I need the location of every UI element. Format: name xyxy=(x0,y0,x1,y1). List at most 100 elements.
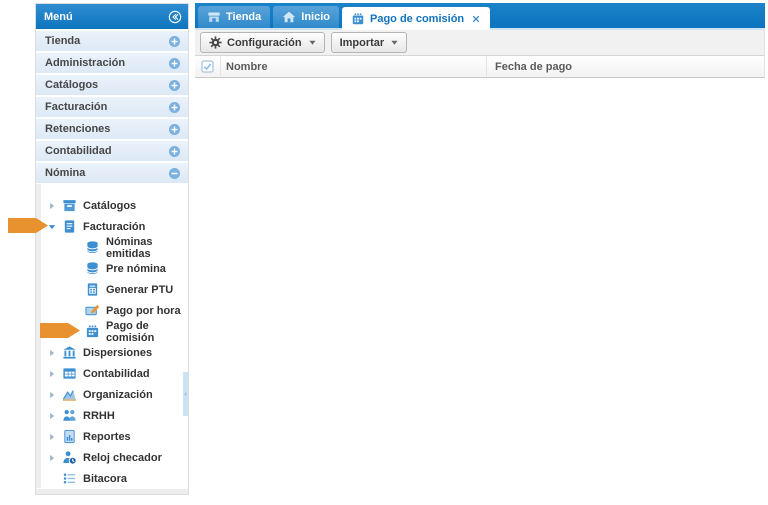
database-icon xyxy=(85,261,100,276)
payroll-calendar-icon xyxy=(85,324,100,339)
tab-pago-de-comision[interactable]: Pago de comisión xyxy=(342,7,490,30)
org-chart-icon xyxy=(62,387,77,402)
sidebar-item-administracion[interactable]: Administración xyxy=(36,53,188,73)
sidebar-item-label: Contabilidad xyxy=(45,145,168,157)
tab-label: Pago de comisión xyxy=(370,13,464,25)
sidebar-resize-handle[interactable]: ‹ xyxy=(183,372,188,416)
tab-label: Tienda xyxy=(226,11,261,23)
sidebar-item-label: Facturación xyxy=(45,101,168,113)
box-icon xyxy=(62,198,77,213)
sidebar-item-label: Retenciones xyxy=(45,123,168,135)
tree-item-label: Bitacora xyxy=(83,473,127,485)
tree-item-label: Catálogos xyxy=(83,200,136,212)
grid-header: Nombre Fecha de pago xyxy=(195,56,765,78)
column-header-fecha-de-pago[interactable]: Fecha de pago xyxy=(487,56,764,77)
sidebar: Menú Tienda Administración Catálogos Factur… xyxy=(35,3,189,495)
button-label: Configuración xyxy=(227,37,302,49)
checkbox-checked-icon xyxy=(201,60,214,73)
toolbar-button-importar[interactable]: Importar xyxy=(331,32,408,53)
plus-circle-icon xyxy=(168,123,181,136)
expander-expanded-icon[interactable] xyxy=(47,222,57,232)
tree-item-pago-por-hora[interactable]: Pago por hora xyxy=(41,300,188,321)
sidebar-header[interactable]: Menú xyxy=(36,4,188,29)
minus-circle-icon xyxy=(168,167,181,180)
toolbar: Configuración Importar xyxy=(195,30,765,56)
tree-item-label: Pago por hora xyxy=(106,305,181,317)
sidebar-item-nomina[interactable]: Nómina xyxy=(36,163,188,183)
tree-item-contabilidad[interactable]: Contabilidad xyxy=(41,363,188,384)
tree-item-label: Organización xyxy=(83,389,153,401)
table-icon xyxy=(62,366,77,381)
expander-collapsed-icon[interactable] xyxy=(47,453,57,463)
tree-item-nominas-emitidas[interactable]: Nóminas emitidas xyxy=(41,237,188,258)
sidebar-item-label: Tienda xyxy=(45,35,168,47)
close-icon[interactable] xyxy=(471,14,481,24)
sidebar-accordion: Tienda Administración Catálogos Facturación… xyxy=(36,31,188,183)
expander-collapsed-icon[interactable] xyxy=(47,369,57,379)
plus-circle-icon xyxy=(168,145,181,158)
tree-item-label: Dispersiones xyxy=(83,347,152,359)
tree-item-reloj-checador[interactable]: Reloj checador xyxy=(41,447,188,468)
tree-item-label: Contabilidad xyxy=(83,368,150,380)
sidebar-item-facturacion[interactable]: Facturación xyxy=(36,97,188,117)
caret-down-icon xyxy=(309,39,316,46)
document-icon xyxy=(62,219,77,234)
select-all-checkbox[interactable] xyxy=(195,56,221,77)
collapse-left-icon[interactable] xyxy=(168,10,182,24)
tree-item-label: Nóminas emitidas xyxy=(106,236,188,260)
expander-collapsed-icon[interactable] xyxy=(47,390,57,400)
tree-item-reportes[interactable]: Reportes xyxy=(41,426,188,447)
store-icon xyxy=(207,10,221,24)
tree-item-pre-nomina[interactable]: Pre nómina xyxy=(41,258,188,279)
tab-label: Inicio xyxy=(301,11,330,23)
plus-circle-icon xyxy=(168,79,181,92)
clock-person-icon xyxy=(62,450,77,465)
sidebar-bottom-strip xyxy=(36,489,188,494)
tree-item-facturacion[interactable]: Facturación xyxy=(41,216,188,237)
tab-inicio[interactable]: Inicio xyxy=(273,6,339,28)
tab-tienda[interactable]: Tienda xyxy=(198,6,270,28)
toolbar-button-configuracion[interactable]: Configuración xyxy=(200,32,325,53)
column-header-label: Fecha de pago xyxy=(495,61,572,73)
column-header-label: Nombre xyxy=(226,61,268,73)
document-grid-icon xyxy=(85,282,100,297)
expander-collapsed-icon[interactable] xyxy=(47,432,57,442)
app-window: Menú Tienda Administración Catálogos Factur… xyxy=(0,0,768,505)
tree-item-catalogos[interactable]: Catálogos xyxy=(41,195,188,216)
tree-item-label: Reloj checador xyxy=(83,452,162,464)
tree-item-generar-ptu[interactable]: Generar PTU xyxy=(41,279,188,300)
gear-icon xyxy=(209,36,222,49)
button-label: Importar xyxy=(340,37,385,49)
grid-body xyxy=(195,78,765,505)
payroll-calendar-icon xyxy=(351,12,365,26)
tree-item-dispersiones[interactable]: Dispersiones xyxy=(41,342,188,363)
sidebar-title: Menú xyxy=(44,11,168,23)
plus-circle-icon xyxy=(168,35,181,48)
caret-down-icon xyxy=(391,39,398,46)
expander-collapsed-icon[interactable] xyxy=(47,348,57,358)
report-icon xyxy=(62,429,77,444)
card-pencil-icon xyxy=(85,303,100,318)
sidebar-item-retenciones[interactable]: Retenciones xyxy=(36,119,188,139)
column-header-nombre[interactable]: Nombre xyxy=(221,56,487,77)
expander-collapsed-icon[interactable] xyxy=(47,411,57,421)
tree-item-label: Reportes xyxy=(83,431,131,443)
sidebar-item-contabilidad[interactable]: Contabilidad xyxy=(36,141,188,161)
plus-circle-icon xyxy=(168,57,181,70)
list-icon xyxy=(62,471,77,486)
tab-bar: Tienda Inicio Pago de comisión xyxy=(195,3,765,30)
tree-item-bitacora[interactable]: Bitacora xyxy=(41,468,188,488)
tree-item-label: Pago de comisión xyxy=(106,320,188,344)
tree-item-organizacion[interactable]: Organización xyxy=(41,384,188,405)
sidebar-item-catalogos[interactable]: Catálogos xyxy=(36,75,188,95)
tree-item-rrhh[interactable]: RRHH xyxy=(41,405,188,426)
plus-circle-icon xyxy=(168,101,181,114)
expander-collapsed-icon[interactable] xyxy=(47,201,57,211)
tree-item-label: Generar PTU xyxy=(106,284,173,296)
sidebar-item-label: Administración xyxy=(45,57,168,69)
sidebar-item-tienda[interactable]: Tienda xyxy=(36,31,188,51)
nav-tree: Catálogos FacturaciónNóminas emitidas Pre … xyxy=(41,195,188,488)
bank-icon xyxy=(62,345,77,360)
tree-item-label: Pre nómina xyxy=(106,263,166,275)
home-icon xyxy=(282,10,296,24)
